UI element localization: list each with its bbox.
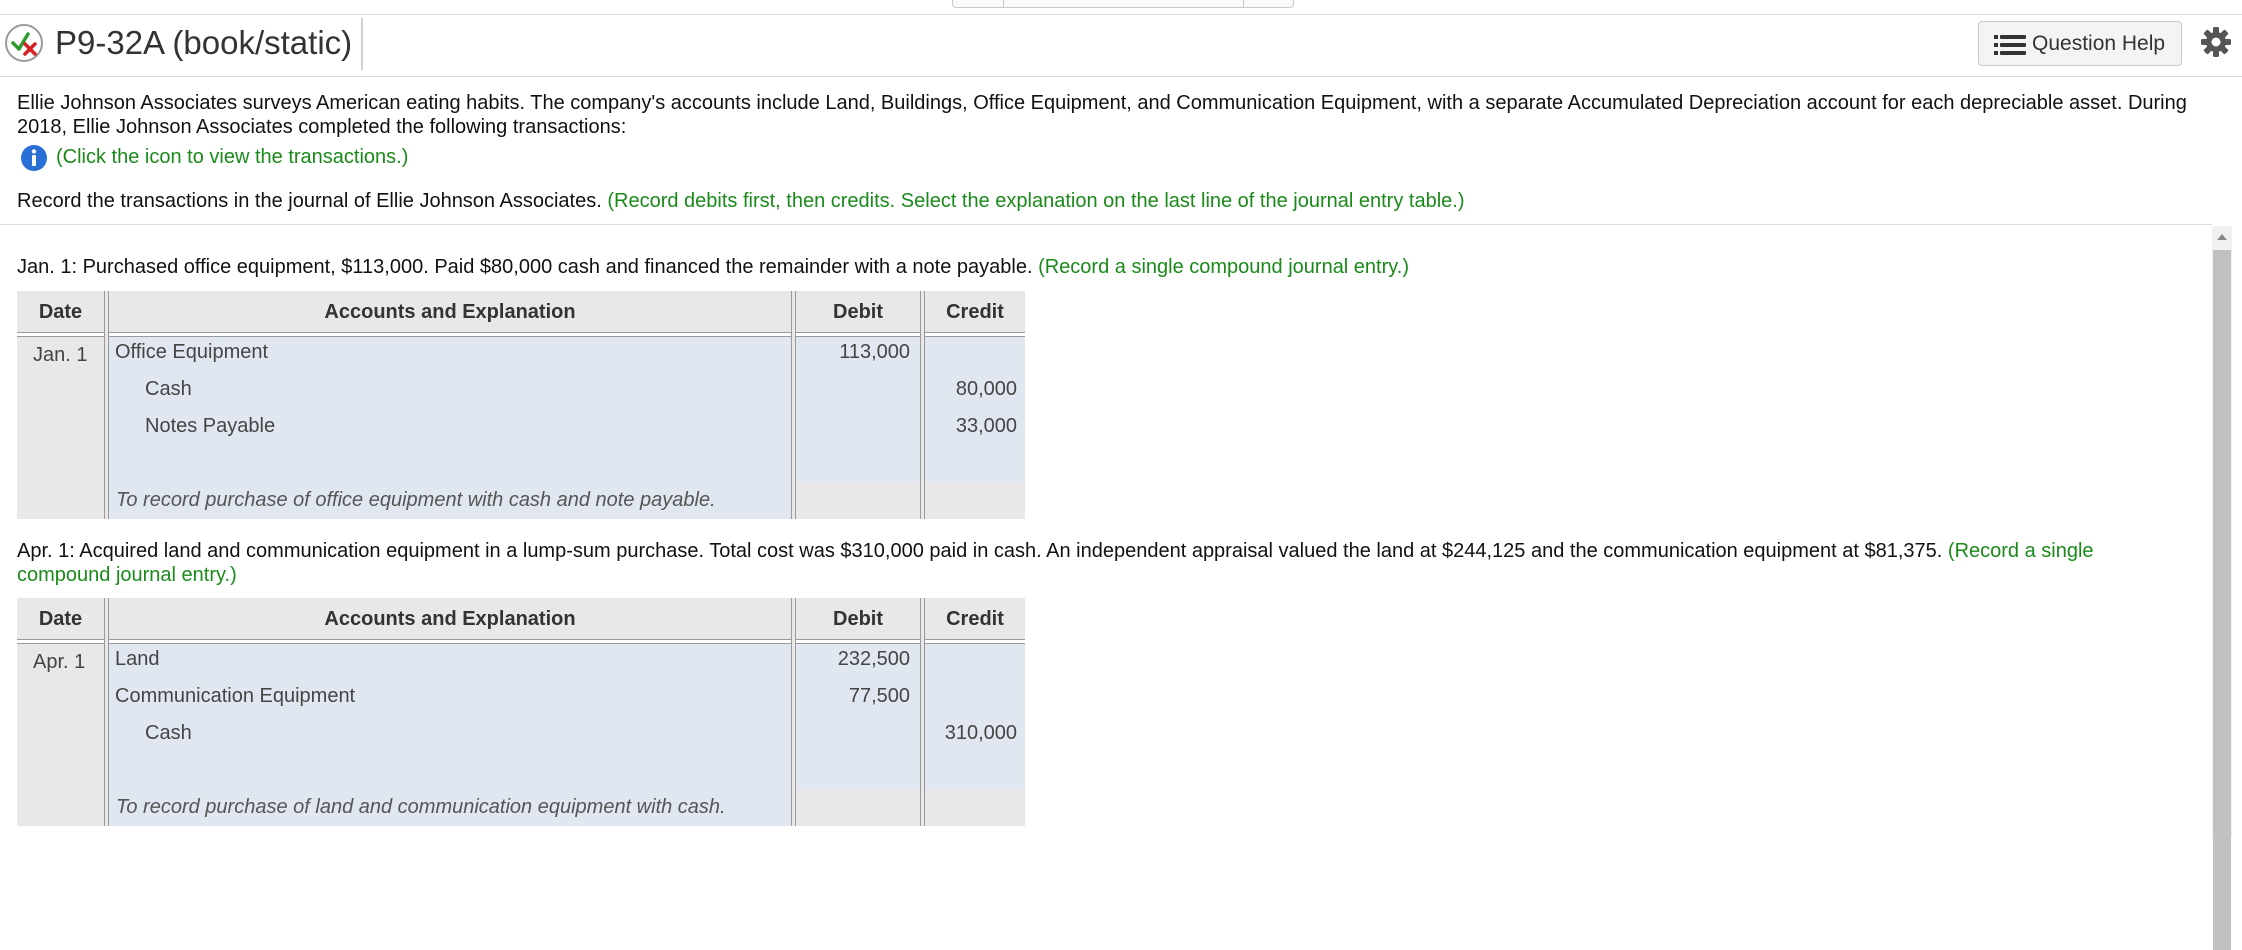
page-title: P9-32A (book/static) (55, 24, 353, 61)
table-header: Date Accounts and Explanation Debit Cred… (17, 598, 1025, 639)
journal-table: Date Accounts and Explanation Debit Cred… (17, 598, 1025, 837)
question-help-label: Question Help (2032, 32, 2166, 55)
credit-cell[interactable]: 33,000 (925, 415, 1017, 438)
debit-cell[interactable]: 113,000 (796, 341, 910, 364)
title-divider (361, 18, 363, 70)
problem-intro: Ellie Johnson Associates surveys America… (17, 92, 2187, 138)
transaction-description: Apr. 1: Acquired land and communication … (17, 540, 2094, 586)
scrollbar-thumb[interactable] (2213, 250, 2231, 950)
section-divider (0, 224, 2212, 225)
transaction-description: Jan. 1: Purchased office equipment, $113… (17, 256, 1410, 278)
col-header-debit: Debit (833, 301, 883, 323)
question-help-button[interactable]: Question Help (1978, 21, 2182, 66)
col-header-debit: Debit (833, 608, 883, 630)
account-cell[interactable]: Cash (145, 722, 192, 745)
list-icon (1994, 35, 2026, 55)
scroll-up-arrow[interactable] (2217, 234, 2227, 240)
col-header-accounts: Accounts and Explanation (324, 301, 576, 323)
info-link-text[interactable]: (Click the icon to view the transactions… (56, 146, 408, 169)
debit-cell[interactable]: 232,500 (796, 648, 910, 671)
partial-correct-icon (5, 24, 43, 62)
col-header-accounts: Accounts and Explanation (324, 608, 576, 630)
debit-cell[interactable]: 77,500 (796, 685, 910, 708)
account-cell[interactable]: Notes Payable (145, 415, 275, 438)
vertical-scrollbar[interactable] (2212, 226, 2232, 950)
gear-icon[interactable] (2200, 26, 2232, 58)
journal-table: Date Accounts and Explanation Debit Cred… (17, 291, 1025, 519)
table-header: Date Accounts and Explanation Debit Cred… (17, 291, 1025, 332)
instruction-hint: (Record debits first, then credits. Sele… (607, 190, 1465, 212)
top-toolbar-stub (952, 0, 1294, 8)
explanation-cell[interactable]: To record purchase of land and communica… (116, 796, 726, 819)
col-header-date: Date (38, 608, 83, 630)
credit-cell[interactable]: 310,000 (925, 722, 1017, 745)
col-header-credit: Credit (946, 301, 1004, 323)
account-cell[interactable]: Land (115, 648, 160, 671)
col-header-date: Date (38, 301, 83, 323)
account-cell[interactable]: Office Equipment (115, 341, 268, 364)
account-cell[interactable]: Cash (145, 378, 192, 401)
entry-date: Apr. 1 (33, 651, 86, 673)
info-icon[interactable] (20, 144, 48, 172)
credit-cell[interactable]: 80,000 (925, 378, 1017, 401)
entry-date: Jan. 1 (33, 344, 88, 366)
explanation-cell[interactable]: To record purchase of office equipment w… (116, 489, 716, 512)
col-header-credit: Credit (946, 608, 1004, 630)
instruction-text: Record the transactions in the journal o… (17, 190, 1465, 212)
account-cell[interactable]: Communication Equipment (115, 685, 355, 708)
